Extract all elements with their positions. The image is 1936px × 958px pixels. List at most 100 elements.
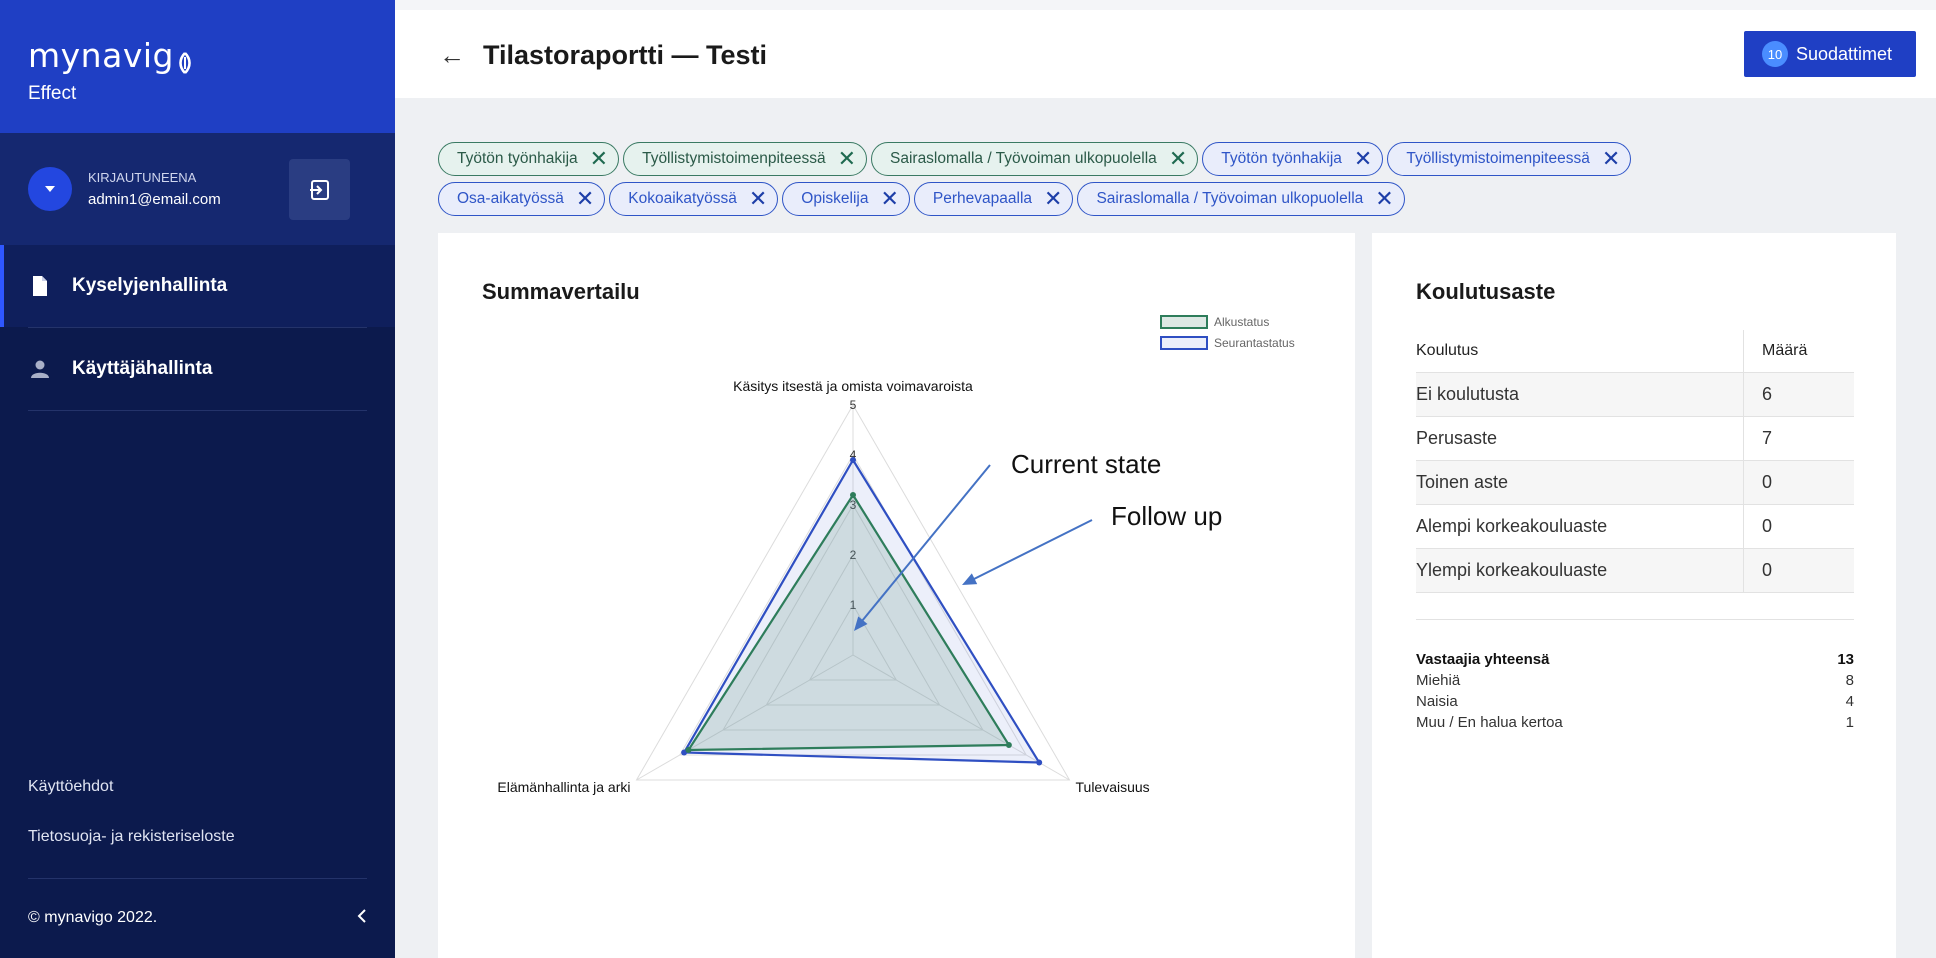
chevron-down-icon [45,186,55,192]
cell-label: Toinen aste [1416,472,1509,492]
chip-label: Opiskelija [801,190,869,207]
chip-label: Kokoaikatyössä [628,190,737,207]
total-label: Naisia [1416,693,1458,710]
radar-data-point [850,492,856,498]
filter-chip[interactable]: Työllistymistoimenpiteessä ✕ [1387,142,1632,176]
divider [1416,619,1854,620]
close-icon[interactable]: ✕ [1602,148,1620,170]
close-icon[interactable]: ✕ [1169,148,1187,170]
column-header: Koulutus [1416,342,1479,359]
filter-chip[interactable]: Työllistymistoimenpiteessä ✕ [623,142,867,176]
back-button[interactable]: ← [439,40,465,71]
side-links: Käyttöehdot Tietosuoja- ja rekisteriselo… [28,778,235,878]
filter-chip[interactable]: Perhevapaalla ✕ [913,182,1074,216]
page-title: Tilastoraportti — Testi [483,40,768,70]
radar-data-point [685,747,692,753]
chevron-left-icon [357,909,366,923]
table-row: Toinen aste 0 [1416,461,1854,505]
summavertailu-card: Summavertailu Alkustatus Seurantastatus … [438,233,1355,958]
table-header: Koulutus Määrä [1416,330,1854,373]
radar-data-point [1036,759,1043,766]
nav-item-kyselyjenhallinta[interactable]: Kyselyjenhallinta [0,245,395,327]
koulutusaste-card: Koulutusaste Koulutus Määrä Ei koulutust… [1372,233,1896,958]
radar-axis-label: Elämänhallinta ja arki [497,779,630,795]
logo-mark-icon [176,44,194,74]
total-row: Vastaajia yhteensä 13 [1416,649,1854,670]
filter-chip[interactable]: Sairaslomalla / Työvoiman ulkopuolella ✕ [871,142,1199,176]
filters-button[interactable]: 10 Suodattimet [1744,31,1916,77]
close-icon[interactable]: ✕ [838,148,856,170]
user-menu-toggle[interactable] [28,167,72,211]
total-label: Vastaajia yhteensä [1416,651,1550,668]
close-icon[interactable]: ✕ [1354,148,1372,170]
brand-area: mynavig Effect [0,0,395,133]
chip-label: Perhevapaalla [932,190,1033,207]
total-label: Miehiä [1416,672,1461,689]
radar-data-point [1005,742,1012,748]
cell-label: Alempi korkeakouluaste [1416,516,1608,536]
filters-label: Suodattimet [1796,43,1893,64]
filter-chip[interactable]: Kokoaikatyössä ✕ [609,182,779,216]
terms-link[interactable]: Käyttöehdot [28,778,235,796]
copyright: © mynavigo 2022. [28,909,158,926]
filter-chip[interactable]: Sairaslomalla / Työvoiman ulkopuolella ✕ [1077,182,1405,216]
filter-chip[interactable]: Opiskelija ✕ [782,182,910,216]
top-bar: ← Tilastoraportti — Testi 10 Suodattimet [395,0,1936,98]
card-title: Koulutusaste [1416,279,1556,304]
table-row: Ei koulutusta 6 [1416,373,1854,417]
chip-label: Sairaslomalla / Työvoiman ulkopuolella [890,150,1157,167]
total-value: 4 [1845,693,1854,710]
user-email: admin1@email.com [88,191,221,208]
chip-label: Työtön työnhakija [1221,150,1342,167]
total-label: Muu / En halua kertoa [1416,714,1563,731]
filter-chip[interactable]: Työtön työnhakija ✕ [1202,142,1384,176]
close-icon[interactable]: ✕ [1044,188,1062,210]
total-row: Miehiä 8 [1416,670,1854,691]
table-row: Alempi korkeakouluaste 0 [1416,505,1854,549]
education-table: Koulutus Määrä Ei koulutusta 6 Perusaste 7… [1416,330,1854,593]
sidebar: mynavig Effect KIRJAUTUNEENA admin1@emai… [0,0,395,958]
cell-value: 0 [1743,549,1854,592]
user-panel: KIRJAUTUNEENA admin1@email.com [0,133,395,245]
cell-label: Ei koulutusta [1416,384,1520,404]
nav-item-kayttajahallinta[interactable]: Käyttäjähallinta [0,328,395,410]
filter-chip[interactable]: Työtön työnhakija ✕ [438,142,620,176]
total-value: 13 [1837,651,1854,668]
sidebar-footer: © mynavigo 2022. [28,878,367,928]
person-icon [30,358,50,380]
close-icon[interactable]: ✕ [749,188,767,210]
close-icon[interactable]: ✕ [1375,188,1393,210]
collapse-sidebar-button[interactable] [357,909,367,928]
nav-label: Kyselyjenhallinta [72,275,228,296]
divider [28,410,367,411]
radar-axis-label: Tulevaisuus [1076,779,1150,795]
logout-icon [309,179,329,200]
close-icon[interactable]: ✕ [880,188,898,210]
radar-chart: 12345Käsitys itsestä ja omista voimavaro… [497,378,1222,795]
logout-button[interactable] [289,159,350,220]
filter-chips: Työtön työnhakija ✕ Työllistymistoimenpite… [438,142,1898,222]
close-icon[interactable]: ✕ [576,188,594,210]
total-value: 8 [1845,672,1854,689]
chip-label: Työllistymistoimenpiteessä [1406,150,1590,167]
privacy-link[interactable]: Tietosuoja- ja rekisteriseloste [28,828,235,846]
logged-in-label: KIRJAUTUNEENA [88,170,197,185]
table-row: Ylempi korkeakouluaste 0 [1416,549,1854,593]
radar-data-point [850,457,856,463]
chip-label: Sairaslomalla / Työvoiman ulkopuolella [1096,190,1364,207]
filter-chip[interactable]: Osa-aikatyössä ✕ [438,182,606,216]
user-info: KIRJAUTUNEENA admin1@email.com [88,170,221,208]
filter-count-badge: 10 [1762,41,1788,67]
total-row: Muu / En halua kertoa 1 [1416,712,1854,733]
annotation-follow-up: Follow up [1111,501,1222,531]
logo[interactable]: mynavig [28,36,367,75]
nav-label: Käyttäjähallinta [72,358,213,379]
close-icon[interactable]: ✕ [590,148,608,170]
radar-tick-label: 5 [850,398,857,412]
cell-value: 0 [1743,505,1854,548]
column-header: Määrä [1743,330,1854,372]
cell-label: Perusaste [1416,428,1498,448]
annotation-current-state: Current state [1011,449,1161,479]
total-row: Naisia 4 [1416,691,1854,712]
total-value: 1 [1845,714,1854,731]
